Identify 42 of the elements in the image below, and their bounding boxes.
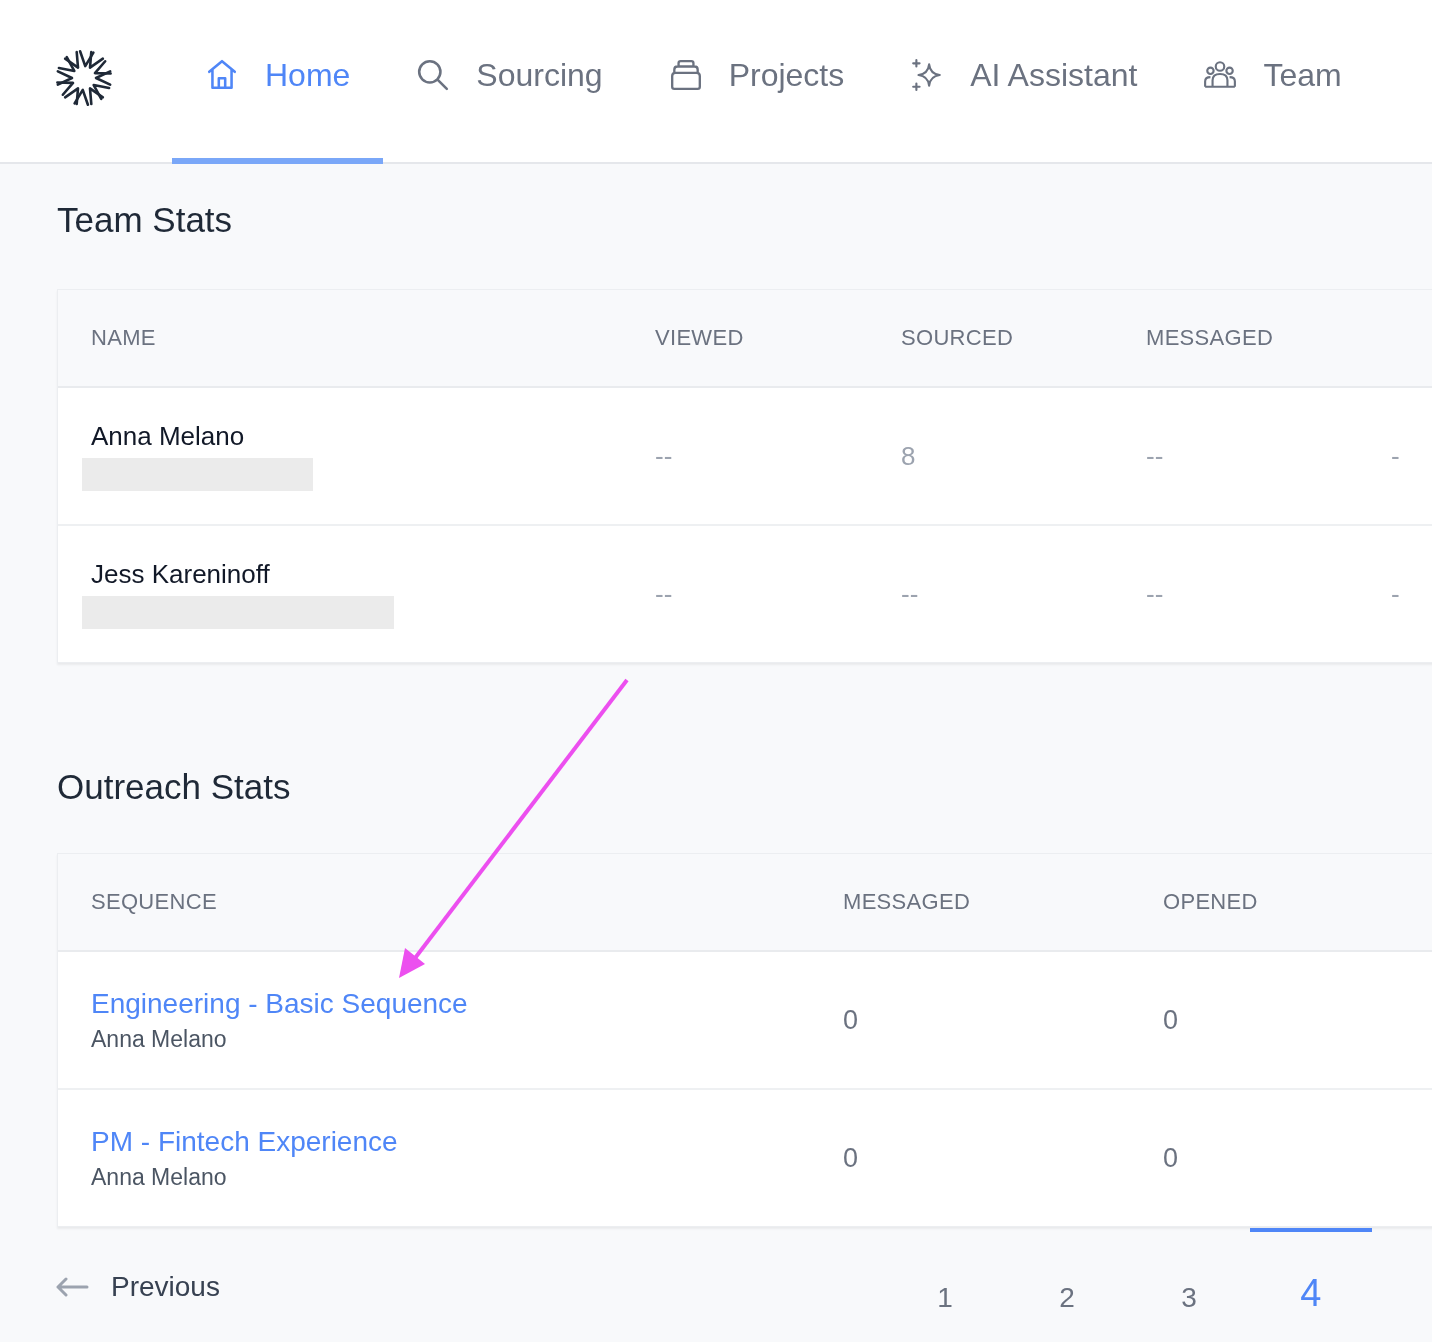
sequence-link[interactable]: PM - Fintech Experience (91, 1125, 398, 1158)
page-link[interactable]: 1 (883, 1228, 1006, 1315)
column-header: MESSAGED (1146, 325, 1274, 350)
table-cell: 0 (843, 1004, 859, 1035)
page-link[interactable]: 3 (1127, 1228, 1250, 1315)
nav-tab[interactable]: Sourcing (383, 0, 636, 164)
table-cell: -- (655, 578, 673, 609)
member-name: Jess Kareninoff (90, 559, 271, 590)
column-header: SOURCED (901, 325, 1014, 350)
table-cell: 8 (901, 440, 916, 471)
previous-button[interactable]: Previous (55, 1271, 220, 1303)
page-link[interactable]: 2 (1005, 1228, 1128, 1315)
column-header: VIEWED (655, 325, 744, 350)
stacked-boxes-icon (668, 58, 703, 92)
owner-name: Anna Melano (91, 1025, 227, 1053)
column-header: MESSAGED (843, 889, 971, 914)
table-cell: -- (655, 440, 673, 471)
logo-icon (54, 48, 114, 108)
owner-name: Anna Melano (91, 1163, 227, 1191)
section-title: Team Stats (57, 200, 234, 240)
column-header: OPENED (1163, 889, 1258, 914)
column-header: SEQUENCE (91, 889, 217, 914)
member-name: Anna Melano (90, 421, 246, 452)
nav-tab[interactable]: Home (172, 0, 384, 164)
nav-tab[interactable]: AI Assistant (877, 0, 1171, 164)
table-cell: -- (1146, 578, 1164, 609)
nav-tab[interactable]: Projects (635, 0, 878, 164)
home-icon (205, 58, 239, 92)
table-cell: -- (1146, 440, 1164, 471)
column-header: NAME (91, 325, 156, 350)
table-cell: 0 (1163, 1004, 1179, 1035)
table-cell: 0 (843, 1142, 859, 1173)
table-cell: -- (901, 578, 919, 609)
nav-tab[interactable]: Team (1170, 0, 1375, 164)
search-icon (416, 58, 451, 92)
table-cell: - (1391, 440, 1400, 471)
page-link[interactable]: 4 (1249, 1228, 1372, 1315)
sequence-link[interactable]: Engineering - Basic Sequence (91, 987, 468, 1020)
table-cell: 0 (1163, 1142, 1179, 1173)
left-arrow-icon (55, 1277, 89, 1297)
table-cell: - (1391, 578, 1400, 609)
section-title: Outreach Stats (57, 767, 292, 807)
